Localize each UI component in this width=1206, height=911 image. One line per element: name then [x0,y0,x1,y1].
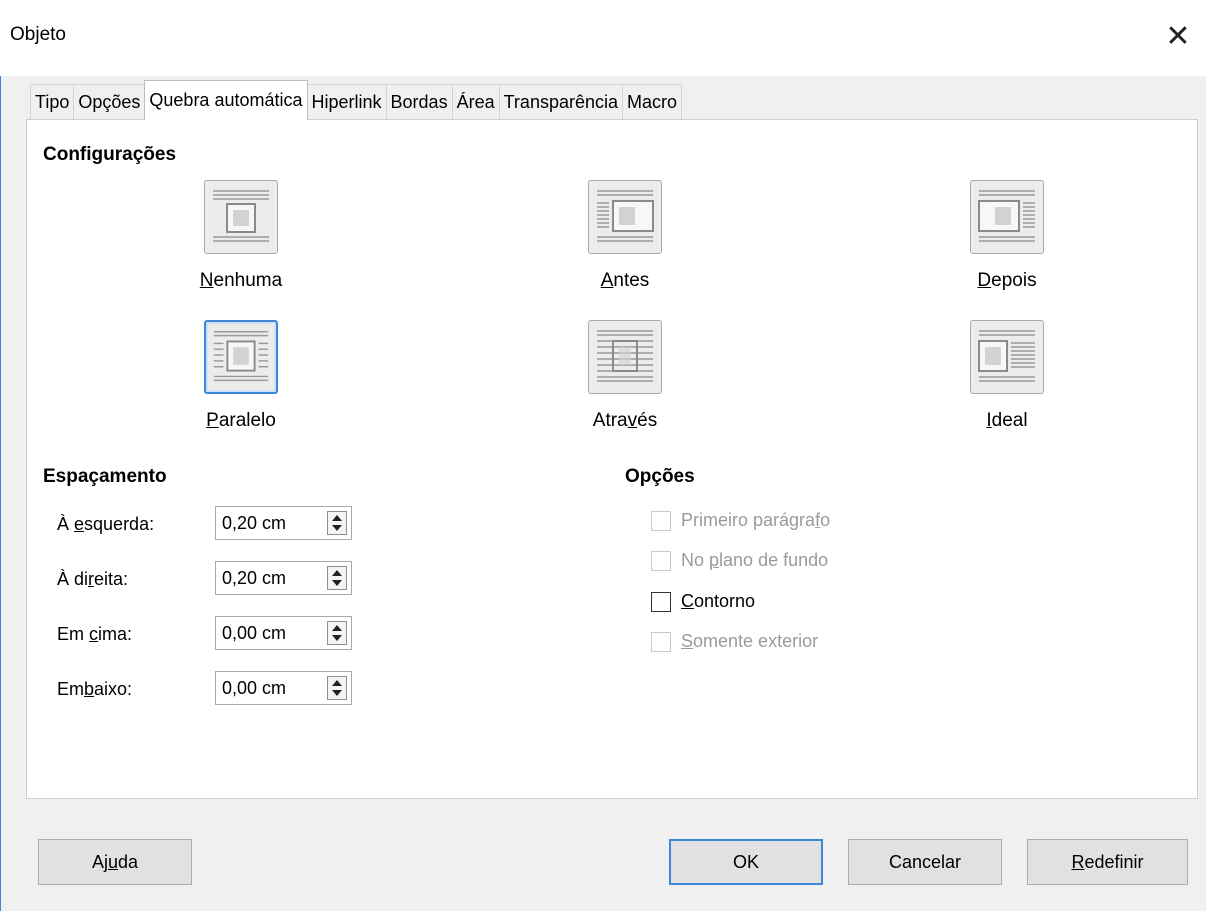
wrap-option-ideal[interactable]: Ideal [937,320,1077,432]
spin-up-icon [332,570,342,576]
contour-checkbox[interactable] [651,591,671,612]
spin-up-icon [332,625,342,631]
tab-opcoes[interactable]: Opções [73,84,146,120]
top-spacing-label: Em cima: [57,624,133,644]
left-spacing-label: À esquerda: [57,514,155,534]
wrap-parallel-icon [204,320,278,394]
right-spacing-spinner[interactable] [327,566,347,590]
wrap-option-none[interactable]: Nenhuma [171,180,311,292]
tab-quebra-automatica[interactable]: Quebra automática [144,80,308,120]
bottom-spacing-spinner[interactable] [327,676,347,700]
options-title: Opções [625,466,695,487]
spin-up-icon [332,680,342,686]
wrap-option-before[interactable]: Antes [555,180,695,292]
left-spacing-input[interactable] [216,507,316,539]
outside-only-option[interactable]: Somente exterior [651,631,818,652]
left-spacing-field [215,506,352,540]
left-spacing-spinner[interactable] [327,511,347,535]
spin-up-icon [332,515,342,521]
tab-bar: Tipo Opções Quebra automática Hiperlink … [30,80,683,120]
wrap-option-parallel[interactable]: Paralelo [171,320,311,432]
reset-button[interactable]: Redefinir [1027,839,1188,885]
right-spacing-input[interactable] [216,562,316,594]
top-spacing-field [215,616,352,650]
tab-bordas[interactable]: Bordas [385,84,453,120]
settings-title: Configurações [43,144,177,165]
close-icon[interactable]: ✕ [1158,16,1198,56]
outside-only-checkbox[interactable] [651,631,671,652]
tab-macro[interactable]: Macro [622,84,683,120]
wrap-before-icon [588,180,662,254]
background-option[interactable]: No plano de fundo [651,550,828,571]
bottom-spacing-field [215,671,352,705]
tab-panel: Configurações Nenhuma Antes Depois Paral… [26,119,1198,799]
window-title: Objeto [10,24,66,45]
wrap-none-icon [204,180,278,254]
wrap-ideal-icon [970,320,1044,394]
wrap-after-icon [970,180,1044,254]
tab-area[interactable]: Área [451,84,500,120]
bottom-spacing-input[interactable] [216,672,316,704]
first-paragraph-option[interactable]: Primeiro parágrafo [651,510,830,531]
top-spacing-input[interactable] [216,617,316,649]
bottom-spacing-label: Embaixo: [57,679,133,699]
cancel-button[interactable]: Cancelar [848,839,1002,885]
tab-hiperlink[interactable]: Hiperlink [306,84,387,120]
background-checkbox[interactable] [651,550,671,571]
tab-tipo[interactable]: Tipo [30,84,75,120]
spin-down-icon [332,580,342,586]
ok-button[interactable]: OK [669,839,823,885]
wrap-option-through[interactable]: Através [555,320,695,432]
tab-transparencia[interactable]: Transparência [498,84,623,120]
spin-down-icon [332,525,342,531]
wrap-through-icon [588,320,662,394]
contour-option[interactable]: Contorno [651,591,755,612]
right-spacing-field [215,561,352,595]
right-spacing-label: À direita: [57,569,129,589]
spin-down-icon [332,690,342,696]
top-spacing-spinner[interactable] [327,621,347,645]
spin-down-icon [332,635,342,641]
help-button[interactable]: Aj u da [38,839,192,885]
window-border [0,76,1,911]
wrap-option-after[interactable]: Depois [937,180,1077,292]
first-paragraph-checkbox[interactable] [651,510,671,531]
spacing-title: Espaçamento [43,466,167,487]
title-bar: Objeto ✕ [0,0,1206,76]
